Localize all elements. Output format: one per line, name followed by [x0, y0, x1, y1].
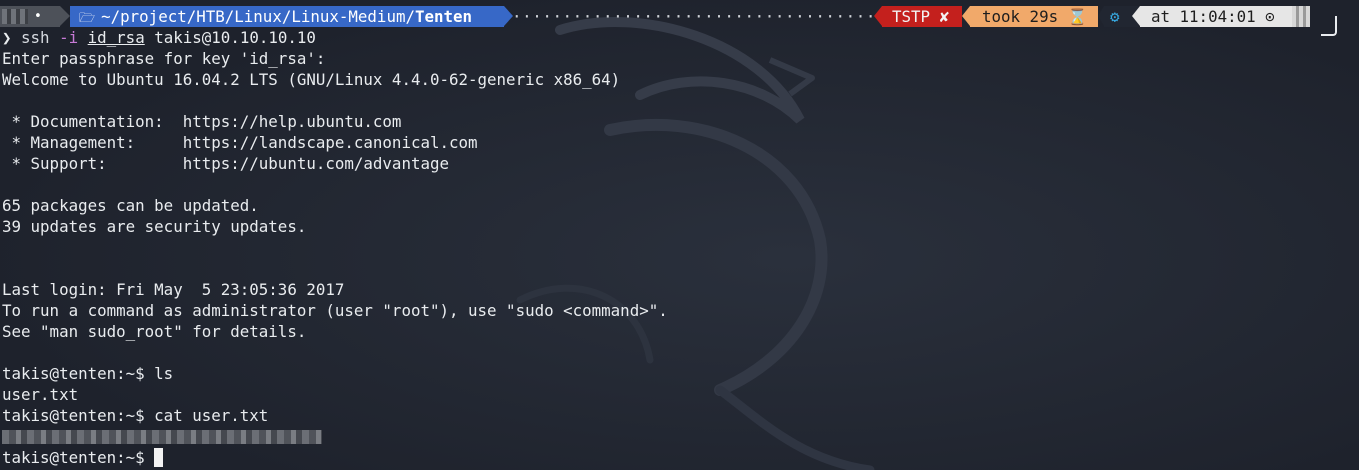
- prompt-bar-tail: [1292, 6, 1310, 27]
- security-updates-line: 39 updates are security updates.: [2, 217, 307, 236]
- clock-icon: ⊙: [1265, 7, 1275, 26]
- prompt-corner-connector: [1321, 16, 1337, 36]
- prompt-symbol: ❯: [2, 28, 12, 47]
- ssh-command: ssh: [21, 28, 50, 47]
- took-segment-arrow: [962, 6, 970, 26]
- packages-line: 65 packages can be updated.: [2, 196, 259, 215]
- ssh-key-file: id_rsa: [87, 28, 145, 47]
- os-segment-arrow: [60, 6, 70, 26]
- welcome-line: Welcome to Ubuntu 16.04.2 LTS (GNU/Linux…: [2, 70, 621, 89]
- last-login-line: Last login: Fri May 5 23:05:36 2017: [2, 280, 345, 299]
- passphrase-line: Enter passphrase for key 'id_rsa':: [2, 49, 326, 68]
- sudo-hint-line: To run a command as administrator (user …: [2, 301, 668, 320]
- duration-segment: took 29s ⌛: [970, 6, 1098, 27]
- redacted-flag-line: [2, 426, 668, 447]
- time-label: at 11:04:01: [1151, 7, 1256, 26]
- ssh-command-line: ❯ ssh -i id_rsa takis@10.10.10.10: [2, 27, 668, 48]
- apple-logo-icon: •: [34, 9, 42, 24]
- path-current: Tenten: [414, 7, 473, 26]
- hourglass-icon: ⌛: [1067, 7, 1088, 26]
- ls-command-line: takis@tenten:~$ ls: [2, 364, 174, 383]
- prompt-filler-dots: ········································…: [512, 7, 874, 26]
- exit-status-label: TSTP: [892, 7, 931, 26]
- path-segment: 🗁 ~/project/HTB/Linux/Linux-Medium/Tenten: [70, 6, 504, 27]
- cat-command-line: takis@tenten:~$ cat user.txt: [2, 406, 269, 425]
- time-segment-arrow: [1132, 6, 1140, 26]
- management-line: * Management: https://landscape.canonica…: [2, 133, 478, 152]
- support-line: * Support: https://ubuntu.com/advantage: [2, 154, 450, 173]
- redacted-flag-blur: [2, 430, 322, 444]
- status-segment-arrow: [874, 6, 882, 26]
- ssh-flag: -i: [59, 28, 79, 47]
- documentation-line: * Documentation: https://help.ubuntu.com: [2, 112, 402, 131]
- gear-icon: ⚙: [1110, 7, 1120, 26]
- final-prompt: takis@tenten:~$: [2, 448, 155, 467]
- cross-mark-icon: ✘: [939, 7, 950, 26]
- os-segment: •: [0, 6, 60, 27]
- shell-prompt-bar: • 🗁 ~/project/HTB/Linux/Linux-Medium/Tent…: [0, 6, 1359, 27]
- duration-label: took 29s: [982, 7, 1059, 26]
- path-prefix: ~/project/HTB/Linux/Linux-Medium/: [101, 7, 415, 26]
- folder-icon: 🗁: [79, 11, 96, 26]
- sudo-root-line: See "man sudo_root" for details.: [2, 322, 307, 341]
- final-prompt-line[interactable]: takis@tenten:~$: [2, 447, 668, 468]
- time-segment: at 11:04:01 ⊙: [1140, 6, 1292, 27]
- terminal-output[interactable]: ❯ ssh -i id_rsa takis@10.10.10.10 Enter …: [2, 27, 668, 468]
- exit-status-segment: TSTP ✘: [882, 6, 962, 27]
- ls-output-line: user.txt: [2, 385, 79, 404]
- text-cursor: [154, 448, 164, 467]
- ssh-target: takis@10.10.10.10: [154, 28, 316, 47]
